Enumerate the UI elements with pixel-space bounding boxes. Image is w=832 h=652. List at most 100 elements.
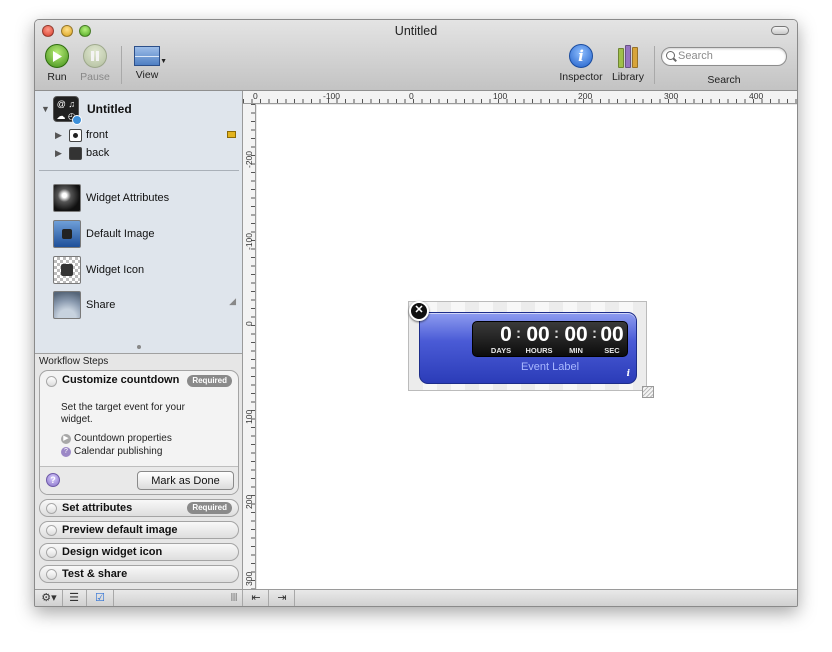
library-button[interactable]: Library xyxy=(608,44,648,83)
required-badge: Required xyxy=(187,375,232,387)
link-label: Calendar publishing xyxy=(74,446,163,457)
sidebar-item-label: Share xyxy=(86,299,116,311)
ruler-tick-label: 200 xyxy=(244,494,254,509)
required-badge: Required xyxy=(187,502,232,514)
pause-icon xyxy=(83,44,107,68)
view-button[interactable]: ▼ View xyxy=(130,44,167,81)
ruler-tick-label: -100 xyxy=(323,91,341,101)
workflow-step-design-widget-icon[interactable]: Design widget icon xyxy=(39,543,239,561)
ruler-tick-label: -100 xyxy=(244,232,254,250)
bottom-divider xyxy=(242,590,243,606)
share-icon xyxy=(53,291,81,319)
step-status-icon xyxy=(46,503,57,514)
outdent-icon[interactable]: ⇤ xyxy=(247,591,265,606)
ruler-tick-label: 200 xyxy=(578,91,593,101)
step-title: Preview default image xyxy=(62,524,178,536)
bottom-bar: ⚙▾ ☰ ☑ Ⅲ ⇤ ⇥ xyxy=(35,589,797,606)
sidebar-item-widget-icon[interactable]: Widget Icon xyxy=(53,255,144,285)
front-layer-icon xyxy=(69,128,82,142)
calendar-publishing-link[interactable]: ? Calendar publishing xyxy=(61,446,162,457)
step-status-icon xyxy=(46,569,57,580)
project-badge-icon xyxy=(72,115,82,125)
sidebar-item-label: Widget Icon xyxy=(86,264,145,276)
sidebar-divider xyxy=(39,170,239,171)
disclosure-open-icon[interactable]: ▼ xyxy=(41,104,53,114)
pause-button[interactable]: Pause xyxy=(79,44,111,83)
resize-handle[interactable] xyxy=(642,386,654,398)
ruler-tick-label: 100 xyxy=(493,91,508,101)
countdown-widget[interactable]: 0 : 00 : 00 : 00 DAYS HOURS MIN SEC Even… xyxy=(419,312,637,384)
sidebar: ▼ @ ♫ ☁ ◴ Untitled ▶ front ▶ back Widget… xyxy=(35,91,243,589)
ruler-tick-label: 300 xyxy=(244,571,254,586)
sec-value: 00 xyxy=(600,323,624,346)
layer-tree: ▼ @ ♫ ☁ ◴ Untitled ▶ front ▶ back xyxy=(35,91,242,171)
workflow-step-set-attributes[interactable]: Set attributes Required xyxy=(39,499,239,517)
step-title[interactable]: Customize countdown xyxy=(62,374,179,386)
step-status-icon xyxy=(46,525,57,536)
back-layer-icon xyxy=(69,146,82,160)
layer-row-front[interactable]: ▶ front xyxy=(55,127,108,143)
indent-icon[interactable]: ⇥ xyxy=(273,591,291,606)
ruler-tick-label: 100 xyxy=(244,409,254,424)
hours-label: HOURS xyxy=(525,346,553,355)
days-value: 0 xyxy=(500,323,512,346)
sidebar-item-label: Default Image xyxy=(86,228,155,240)
list-view-icon[interactable]: ☰ xyxy=(65,591,83,606)
step-status-icon xyxy=(46,547,57,558)
info-icon[interactable]: i xyxy=(627,369,630,379)
info-icon: i xyxy=(569,44,593,68)
help-button[interactable]: ? xyxy=(46,473,60,487)
layer-row-back[interactable]: ▶ back xyxy=(55,145,109,161)
sidebar-item-default-image[interactable]: Default Image xyxy=(53,219,154,249)
project-row[interactable]: ▼ @ ♫ ☁ ◴ Untitled xyxy=(41,95,132,125)
ruler-tick-label: 400 xyxy=(749,91,764,101)
split-resize-icon[interactable]: Ⅲ xyxy=(229,591,239,606)
event-label[interactable]: Event Label xyxy=(472,361,628,373)
workflow-header: Workflow Steps xyxy=(39,356,109,367)
step-title: Test & share xyxy=(62,568,128,580)
search-input[interactable] xyxy=(678,50,782,62)
ruler-tick-label: 0 xyxy=(253,91,258,101)
toolbar: Untitled Run Pause ▼ View i Inspector Li… xyxy=(35,20,797,91)
ruler-tick-label: 300 xyxy=(664,91,679,101)
close-icon[interactable]: ✕ xyxy=(409,301,429,321)
workflow-step-test-share[interactable]: Test & share xyxy=(39,565,239,583)
layer-label: back xyxy=(86,147,110,159)
sidebar-item-widget-attributes[interactable]: Widget Attributes xyxy=(53,183,169,213)
arrow-right-icon: ▶ xyxy=(61,433,71,444)
sidebar-item-share[interactable]: Share xyxy=(53,290,115,320)
widget-selection-frame[interactable]: 0 : 00 : 00 : 00 DAYS HOURS MIN SEC Even… xyxy=(408,301,654,398)
design-canvas[interactable]: 0 : 00 : 00 : 00 DAYS HOURS MIN SEC Even… xyxy=(257,105,797,589)
lock-icon xyxy=(227,131,236,138)
broadcast-icon: ◢ xyxy=(229,296,236,306)
workflow-step-preview-default-image[interactable]: Preview default image xyxy=(39,521,239,539)
gear-menu-icon[interactable]: ⚙▾ xyxy=(39,591,59,606)
search-field[interactable] xyxy=(661,47,787,66)
countdown-display: 0 : 00 : 00 : 00 DAYS HOURS MIN SEC xyxy=(472,321,628,357)
inspector-label: Inspector xyxy=(559,71,603,83)
disclosure-closed-icon[interactable]: ▶ xyxy=(55,130,67,141)
min-label: MIN xyxy=(569,346,583,355)
split-grip-icon[interactable] xyxy=(137,345,141,349)
toolbar-divider xyxy=(654,46,655,84)
disclosure-closed-icon[interactable]: ▶ xyxy=(55,148,67,159)
run-button[interactable]: Run xyxy=(43,44,71,83)
chevron-down-icon: ▼ xyxy=(160,58,167,65)
widget-project-icon: @ ♫ ☁ ◴ xyxy=(53,96,82,125)
mark-as-done-button[interactable]: Mark as Done xyxy=(137,471,234,490)
app-window: Untitled Run Pause ▼ View i Inspector Li… xyxy=(34,19,798,607)
hours-value: 00 xyxy=(526,323,550,346)
inspector-button[interactable]: i Inspector xyxy=(558,44,604,83)
countdown-properties-link[interactable]: ▶ Countdown properties xyxy=(61,433,172,444)
pause-label: Pause xyxy=(80,71,110,83)
library-books-icon xyxy=(616,44,640,68)
time-separator: : xyxy=(516,325,521,342)
workflow-checklist-icon[interactable]: ☑ xyxy=(91,591,109,606)
workflow-panel: Workflow Steps Customize countdown Requi… xyxy=(35,353,242,589)
step-status-icon xyxy=(46,376,57,387)
project-title: Untitled xyxy=(87,102,132,116)
toolbar-toggle-button[interactable] xyxy=(771,26,789,35)
bottom-divider xyxy=(62,590,63,606)
view-layout-icon: ▼ xyxy=(134,46,167,66)
ruler-tick-label: 0 xyxy=(409,91,414,101)
